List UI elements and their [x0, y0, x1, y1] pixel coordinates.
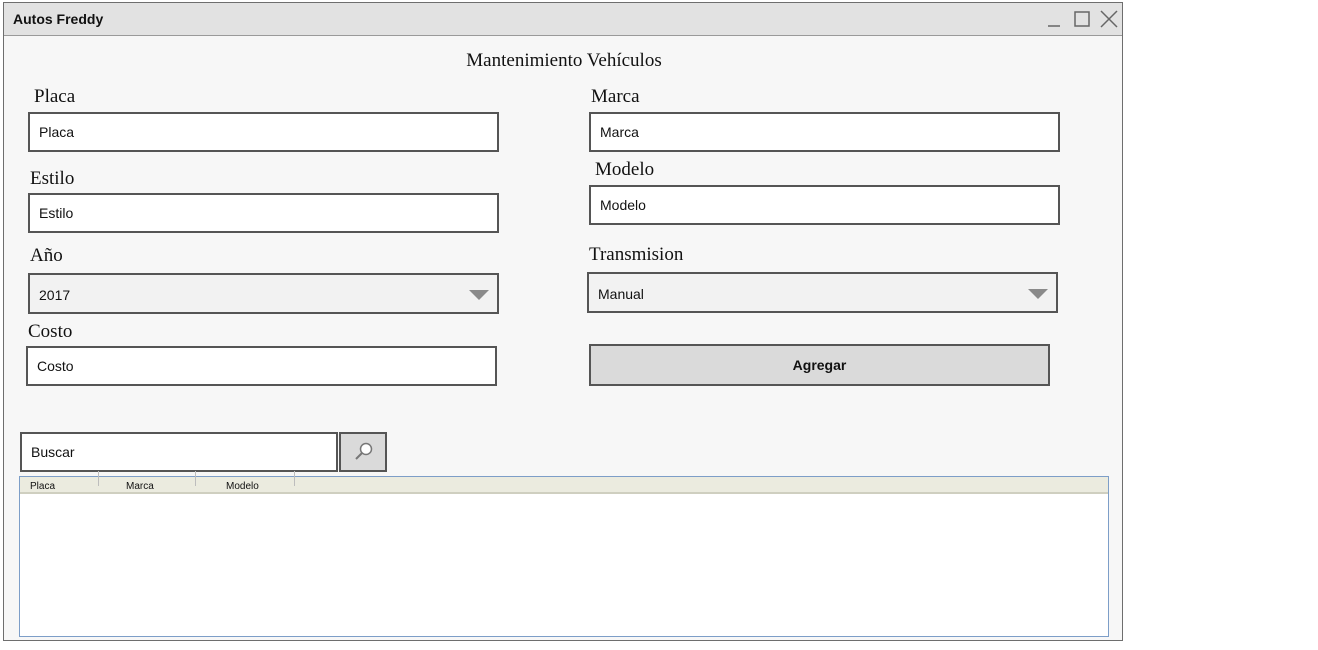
column-header-marca[interactable]: Marca — [126, 477, 154, 492]
chevron-down-icon — [1028, 289, 1048, 299]
close-icon — [1100, 10, 1118, 28]
column-divider[interactable] — [195, 471, 196, 486]
table-header: Placa Marca Modelo — [20, 471, 1108, 494]
column-divider[interactable] — [98, 471, 99, 486]
costo-label: Costo — [28, 321, 73, 342]
search-button[interactable] — [339, 432, 387, 472]
title-bar: Autos Freddy — [4, 3, 1122, 36]
minimize-icon — [1048, 25, 1060, 27]
column-header-placa[interactable]: Placa — [30, 477, 55, 492]
app-window: Autos Freddy Mantenimiento Vehículos Pla… — [3, 2, 1123, 641]
modelo-label: Modelo — [595, 159, 655, 180]
placa-field[interactable] — [28, 112, 499, 152]
column-divider[interactable] — [294, 471, 295, 486]
window-title: Autos Freddy — [13, 11, 104, 27]
anio-label: Año — [30, 245, 63, 266]
modelo-field[interactable] — [589, 185, 1060, 225]
column-header-modelo[interactable]: Modelo — [226, 477, 259, 492]
maximize-icon — [1074, 11, 1090, 27]
minimize-button[interactable] — [1044, 9, 1064, 29]
chevron-down-icon — [469, 290, 489, 300]
estilo-label: Estilo — [30, 168, 75, 189]
costo-field[interactable] — [26, 346, 497, 386]
search-icon — [355, 442, 373, 460]
transmision-label: Transmision — [589, 244, 684, 265]
vehicles-table[interactable]: Placa Marca Modelo — [19, 471, 1109, 637]
close-button[interactable] — [1099, 9, 1119, 29]
estilo-field[interactable] — [28, 193, 499, 233]
maximize-button[interactable] — [1072, 9, 1092, 29]
search-input[interactable] — [20, 432, 338, 472]
anio-select[interactable]: 2017 — [28, 273, 499, 314]
marca-label: Marca — [591, 86, 640, 107]
anio-selected-value: 2017 — [39, 287, 71, 303]
transmision-select[interactable]: Manual — [587, 272, 1058, 313]
marca-field[interactable] — [589, 112, 1060, 152]
agregar-button[interactable]: Agregar — [589, 344, 1050, 386]
placa-label: Placa — [34, 86, 76, 107]
transmision-selected-value: Manual — [598, 286, 644, 302]
form-heading: Mantenimiento Vehículos — [466, 50, 662, 71]
